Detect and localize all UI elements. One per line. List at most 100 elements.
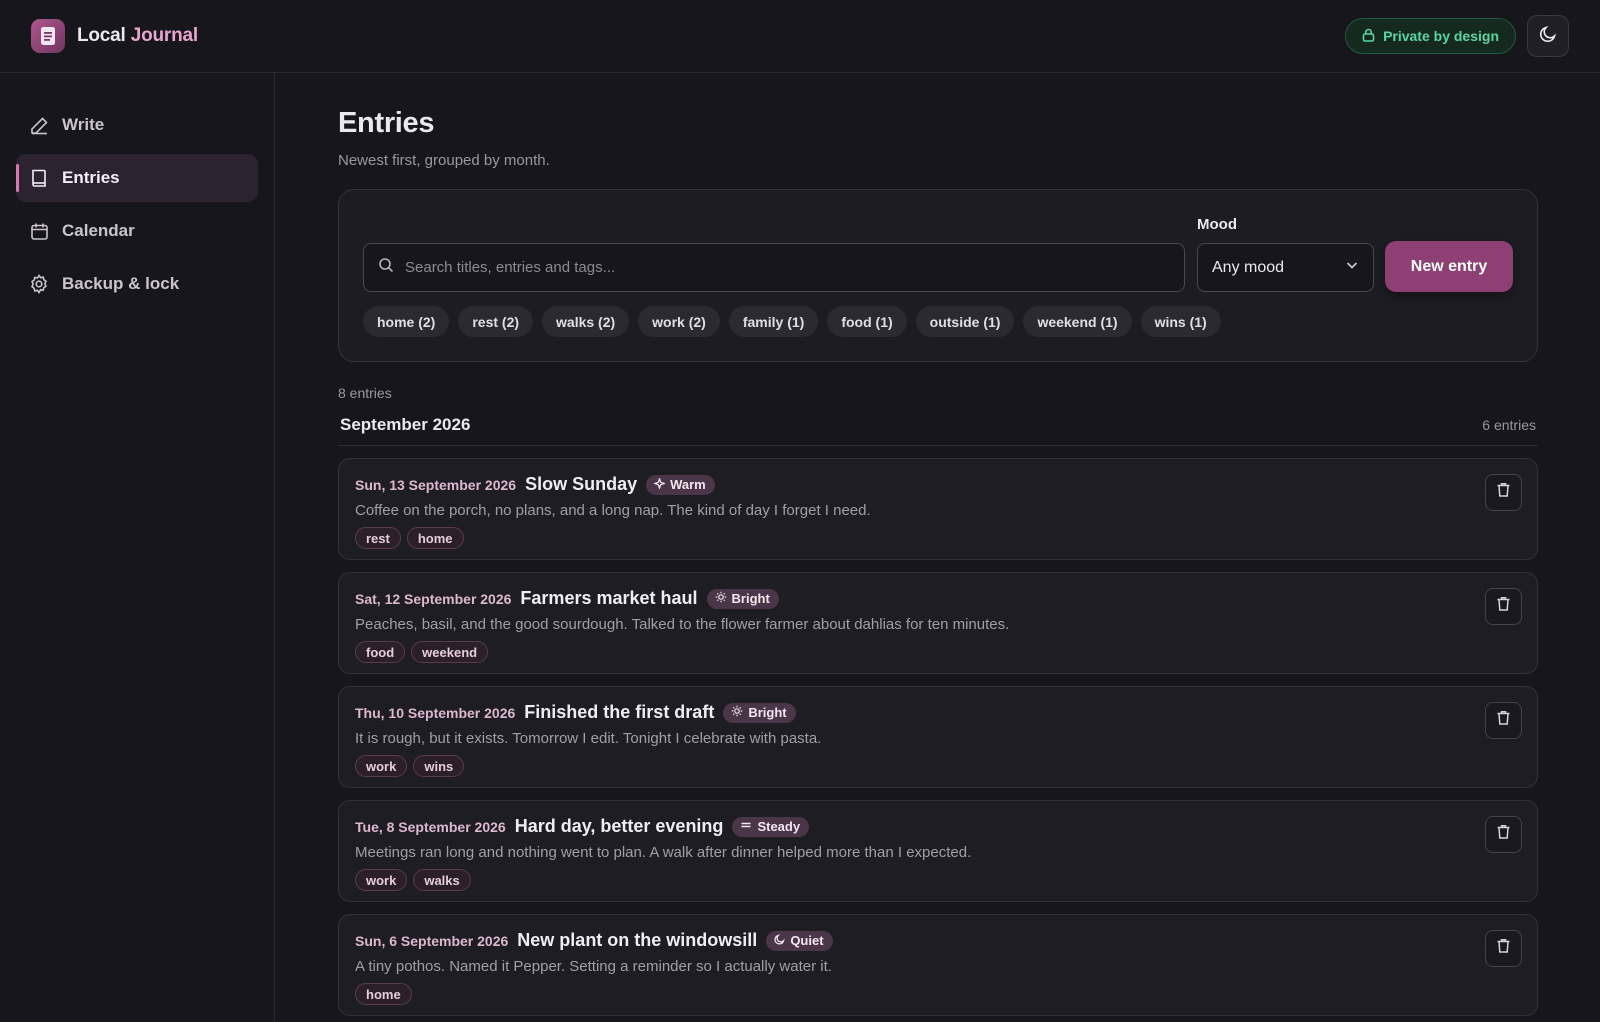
mood-badge-label: Bright [731, 591, 770, 606]
equals-icon [740, 819, 752, 834]
mood-badge-label: Quiet [790, 933, 824, 948]
entry-tags: rest home [355, 527, 1521, 549]
tag-filter-chip[interactable]: weekend (1) [1023, 306, 1132, 337]
entry-tags: food weekend [355, 641, 1521, 663]
trash-icon [1496, 482, 1511, 503]
mood-badge-label: Bright [748, 705, 787, 720]
entry-tag[interactable]: wins [413, 755, 465, 777]
entry-date: Tue, 8 September 2026 [355, 818, 506, 835]
tag-filter-chip[interactable]: wins (1) [1140, 306, 1221, 337]
entry-title: Farmers market haul [520, 588, 698, 608]
entry-tag[interactable]: work [355, 869, 408, 891]
entry-tags: home [355, 983, 1521, 1005]
entry-tag[interactable]: walks [413, 869, 471, 891]
search-box[interactable] [363, 243, 1185, 292]
tag-filter-chip[interactable]: work (2) [638, 306, 720, 337]
mood-badge: Steady [732, 816, 810, 837]
entry-tags: work wins [355, 755, 1521, 777]
moon-icon [774, 933, 786, 948]
tag-filter-row: home (2) rest (2) walks (2) work (2) fam… [363, 306, 1221, 337]
calendar-icon [29, 221, 49, 241]
month-title: September 2026 [340, 415, 471, 434]
mood-badge: Warm [646, 474, 715, 495]
app-title: Local Journal [77, 25, 198, 47]
sidebar-item-label: Write [62, 115, 105, 134]
sparkle-icon [653, 477, 667, 492]
moon-icon [1539, 25, 1557, 48]
brand-accent: Journal [130, 25, 198, 46]
brand-primary: Local [77, 25, 126, 46]
sidebar-item-write[interactable]: Write [16, 101, 258, 149]
delete-entry-button[interactable] [1485, 588, 1522, 625]
mood-badge-label: Steady [757, 819, 801, 834]
tag-filter-chip[interactable]: walks (2) [542, 306, 630, 337]
search-input[interactable] [405, 259, 1184, 276]
sidebar-item-calendar[interactable]: Calendar [16, 207, 258, 255]
page-title: Entries [338, 107, 435, 139]
entry-tag[interactable]: home [406, 527, 464, 549]
sidebar-item-backup-lock[interactable]: Backup & lock [16, 260, 258, 308]
lock-icon [1362, 28, 1375, 45]
tag-filter-chip[interactable]: food (1) [827, 306, 907, 337]
tag-filter-chip[interactable]: family (1) [728, 306, 819, 337]
tag-filter-chip[interactable]: home (2) [363, 306, 450, 337]
sidebar-item-label: Entries [62, 168, 120, 187]
trash-icon [1496, 596, 1511, 617]
tag-filter-chip[interactable]: outside (1) [915, 306, 1015, 337]
entries-count: 8 entries [338, 385, 392, 401]
tag-filter-chip[interactable]: rest (2) [458, 306, 534, 337]
search-icon [378, 257, 394, 278]
entry-tag[interactable]: home [355, 983, 412, 1005]
mood-badge: Bright [706, 588, 779, 609]
pencil-icon [29, 115, 49, 135]
entry-body: Peaches, basil, and the good sourdough. … [355, 616, 1010, 633]
entry-card[interactable]: Sun, 13 September 2026 Slow Sunday Warm … [338, 458, 1538, 560]
entry-tag[interactable]: rest [355, 527, 401, 549]
trash-icon [1496, 824, 1511, 845]
month-header: September 2026 6 entries [338, 415, 1538, 446]
privacy-badge-label: Private by design [1383, 28, 1499, 44]
book-icon [29, 168, 49, 188]
entry-title: New plant on the windowsill [517, 930, 758, 950]
delete-entry-button[interactable] [1485, 930, 1522, 967]
mood-badge: Quiet [766, 930, 833, 951]
document-icon [31, 19, 65, 53]
entry-body: Coffee on the porch, no plans, and a lon… [355, 502, 871, 519]
entry-title: Slow Sunday [525, 474, 638, 494]
mood-badge: Bright [723, 702, 796, 723]
mood-select-value: Any mood [1212, 258, 1285, 276]
theme-toggle-button[interactable] [1527, 15, 1569, 57]
mood-badge-label: Warm [670, 477, 706, 492]
delete-entry-button[interactable] [1485, 474, 1522, 511]
entry-title: Finished the first draft [524, 702, 715, 722]
entry-date: Sun, 6 September 2026 [355, 932, 509, 949]
top-bar: Local Journal Private by design [0, 0, 1600, 73]
brand[interactable]: Local Journal [31, 19, 198, 53]
month-count: 6 entries [1482, 417, 1536, 433]
privacy-badge: Private by design [1345, 18, 1516, 54]
entry-tag[interactable]: work [355, 755, 408, 777]
mood-select[interactable]: Any mood [1197, 243, 1374, 292]
new-entry-button[interactable]: New entry [1385, 241, 1513, 292]
chevron-down-icon [1345, 258, 1359, 277]
delete-entry-button[interactable] [1485, 702, 1522, 739]
entry-card[interactable]: Sun, 6 September 2026 New plant on the w… [338, 914, 1538, 1016]
trash-icon [1496, 938, 1511, 959]
entry-card[interactable]: Sat, 12 September 2026 Farmers market ha… [338, 572, 1538, 674]
sun-icon [731, 705, 743, 720]
entry-title: Hard day, better evening [514, 816, 724, 836]
gear-icon [29, 274, 49, 294]
entry-tags: work walks [355, 869, 1521, 891]
sidebar-item-entries[interactable]: Entries [16, 154, 258, 202]
sidebar-item-label: Backup & lock [62, 274, 180, 293]
entry-tag[interactable]: food [355, 641, 406, 663]
entry-card[interactable]: Tue, 8 September 2026 Hard day, better e… [338, 800, 1538, 902]
entry-date: Thu, 10 September 2026 [355, 704, 516, 721]
entry-tag[interactable]: weekend [411, 641, 489, 663]
trash-icon [1496, 710, 1511, 731]
delete-entry-button[interactable] [1485, 816, 1522, 853]
entry-card[interactable]: Thu, 10 September 2026 Finished the firs… [338, 686, 1538, 788]
entry-body: It is rough, but it exists. Tomorrow I e… [355, 730, 822, 747]
entry-body: A tiny pothos. Named it Pepper. Setting … [355, 958, 832, 975]
main-content: Entries Newest first, grouped by month. … [338, 73, 1538, 1016]
